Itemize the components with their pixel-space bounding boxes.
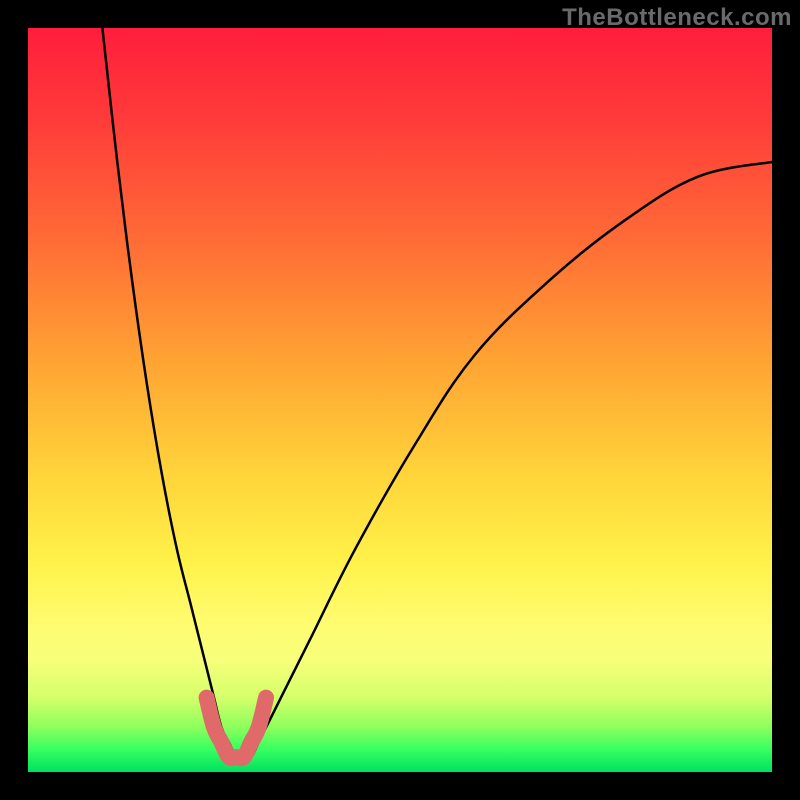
curve-path bbox=[102, 28, 772, 758]
chart-frame bbox=[28, 28, 772, 772]
highlight-path bbox=[207, 698, 267, 759]
chart-overlay bbox=[28, 28, 772, 772]
